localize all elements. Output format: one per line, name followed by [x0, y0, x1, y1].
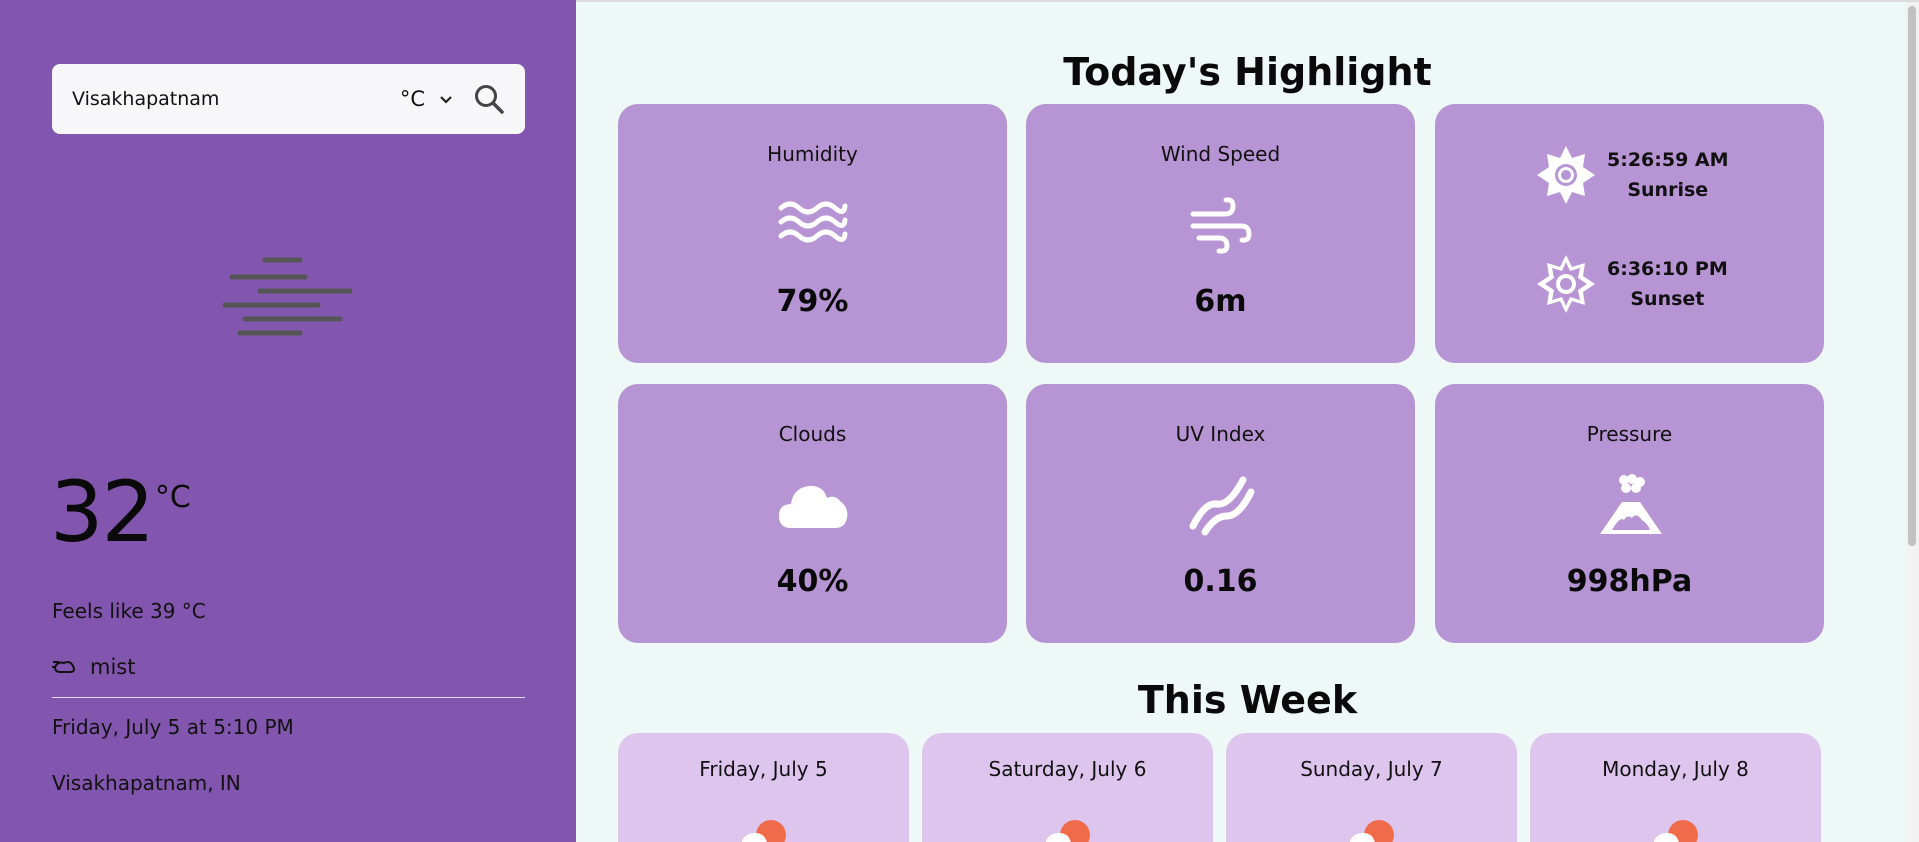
sunrise-text: 5:26:59 AM Sunrise	[1607, 145, 1729, 206]
sunset-text: 6:36:10 PM Sunset	[1607, 254, 1728, 315]
chevron-down-icon	[440, 96, 452, 104]
search-input[interactable]	[72, 64, 400, 134]
date-time: Friday, July 5 at 5:10 PM	[52, 715, 294, 739]
day-card: Monday, July 8	[1530, 733, 1821, 842]
humidity-value: 79%	[776, 284, 849, 319]
cloud-icon	[778, 485, 847, 528]
sun-icon	[1537, 146, 1595, 204]
day-card: Saturday, July 6	[922, 733, 1213, 842]
wind-label: Wind Speed	[1160, 142, 1281, 166]
scrollbar-thumb[interactable]	[1908, 6, 1916, 546]
wind-icon	[1190, 197, 1252, 254]
day-card: Friday, July 5	[618, 733, 909, 842]
pressure-value: 998hPa	[1566, 564, 1693, 599]
uv-label: UV Index	[1175, 422, 1266, 446]
uv-card: UV Index 0.16	[1026, 384, 1415, 643]
day-label: Monday, July 8	[1602, 757, 1749, 781]
sunset-row: 6:36:10 PM Sunset	[1535, 253, 1728, 315]
partly-cloudy-icon	[1653, 820, 1698, 842]
week-title: This Week	[1137, 678, 1358, 722]
sunrise-time: 5:26:59 AM	[1607, 148, 1729, 171]
sidebar: °C 32 °C Feels like 39 °C mist Friday, J…	[0, 0, 576, 842]
partly-cloudy-icon	[1349, 820, 1394, 842]
uv-icon	[1189, 476, 1254, 536]
location: Visakhapatnam, IN	[52, 771, 241, 795]
wind-value: 6m	[1194, 284, 1247, 319]
volcano-icon	[1599, 474, 1662, 534]
day-card: Sunday, July 7	[1226, 733, 1517, 842]
partly-cloudy-icon	[741, 820, 786, 842]
sunrise-row: 5:26:59 AM Sunrise	[1535, 144, 1729, 206]
mist-small-icon	[52, 661, 75, 673]
search-icon[interactable]	[473, 83, 505, 115]
current-temperature: 32 °C	[50, 470, 191, 554]
clouds-label: Clouds	[778, 422, 847, 446]
clouds-value: 40%	[776, 564, 849, 599]
wind-card: Wind Speed 6m	[1026, 104, 1415, 363]
clouds-card: Clouds 40%	[618, 384, 1007, 643]
uv-value: 0.16	[1183, 564, 1258, 599]
day-label: Friday, July 5	[699, 757, 828, 781]
sun-card: 5:26:59 AM Sunrise 6:36:10 PM Sunset	[1435, 104, 1824, 363]
temperature-value: 32	[50, 463, 155, 561]
search-box: °C	[52, 64, 525, 134]
weather-condition: mist	[52, 655, 135, 679]
humidity-label: Humidity	[767, 142, 858, 166]
pressure-label: Pressure	[1586, 422, 1673, 446]
condition-text: mist	[90, 655, 136, 679]
mist-icon	[222, 257, 353, 336]
humidity-card: Humidity 79%	[618, 104, 1007, 363]
highlight-title: Today's Highlight	[1063, 50, 1432, 94]
sunrise-label: Sunrise	[1627, 179, 1709, 201]
sunset-time: 6:36:10 PM	[1607, 257, 1728, 280]
sunset-label: Sunset	[1630, 288, 1705, 310]
waves-icon	[778, 201, 847, 243]
unit-dropdown[interactable]: °C	[400, 87, 453, 111]
temperature-unit: °C	[154, 480, 191, 515]
sun-outline-icon	[1537, 255, 1595, 313]
partly-cloudy-icon	[1045, 820, 1090, 842]
divider	[52, 697, 525, 698]
pressure-card: Pressure 998hPa	[1435, 384, 1824, 643]
day-label: Sunday, July 7	[1300, 757, 1443, 781]
unit-select-value: °C	[399, 87, 425, 111]
scrollbar[interactable]	[1905, 2, 1919, 842]
feels-like: Feels like 39 °C	[52, 599, 206, 623]
main-content: Today's Highlight Humidity 79% Wind Spee…	[576, 0, 1919, 842]
day-label: Saturday, July 6	[988, 757, 1147, 781]
